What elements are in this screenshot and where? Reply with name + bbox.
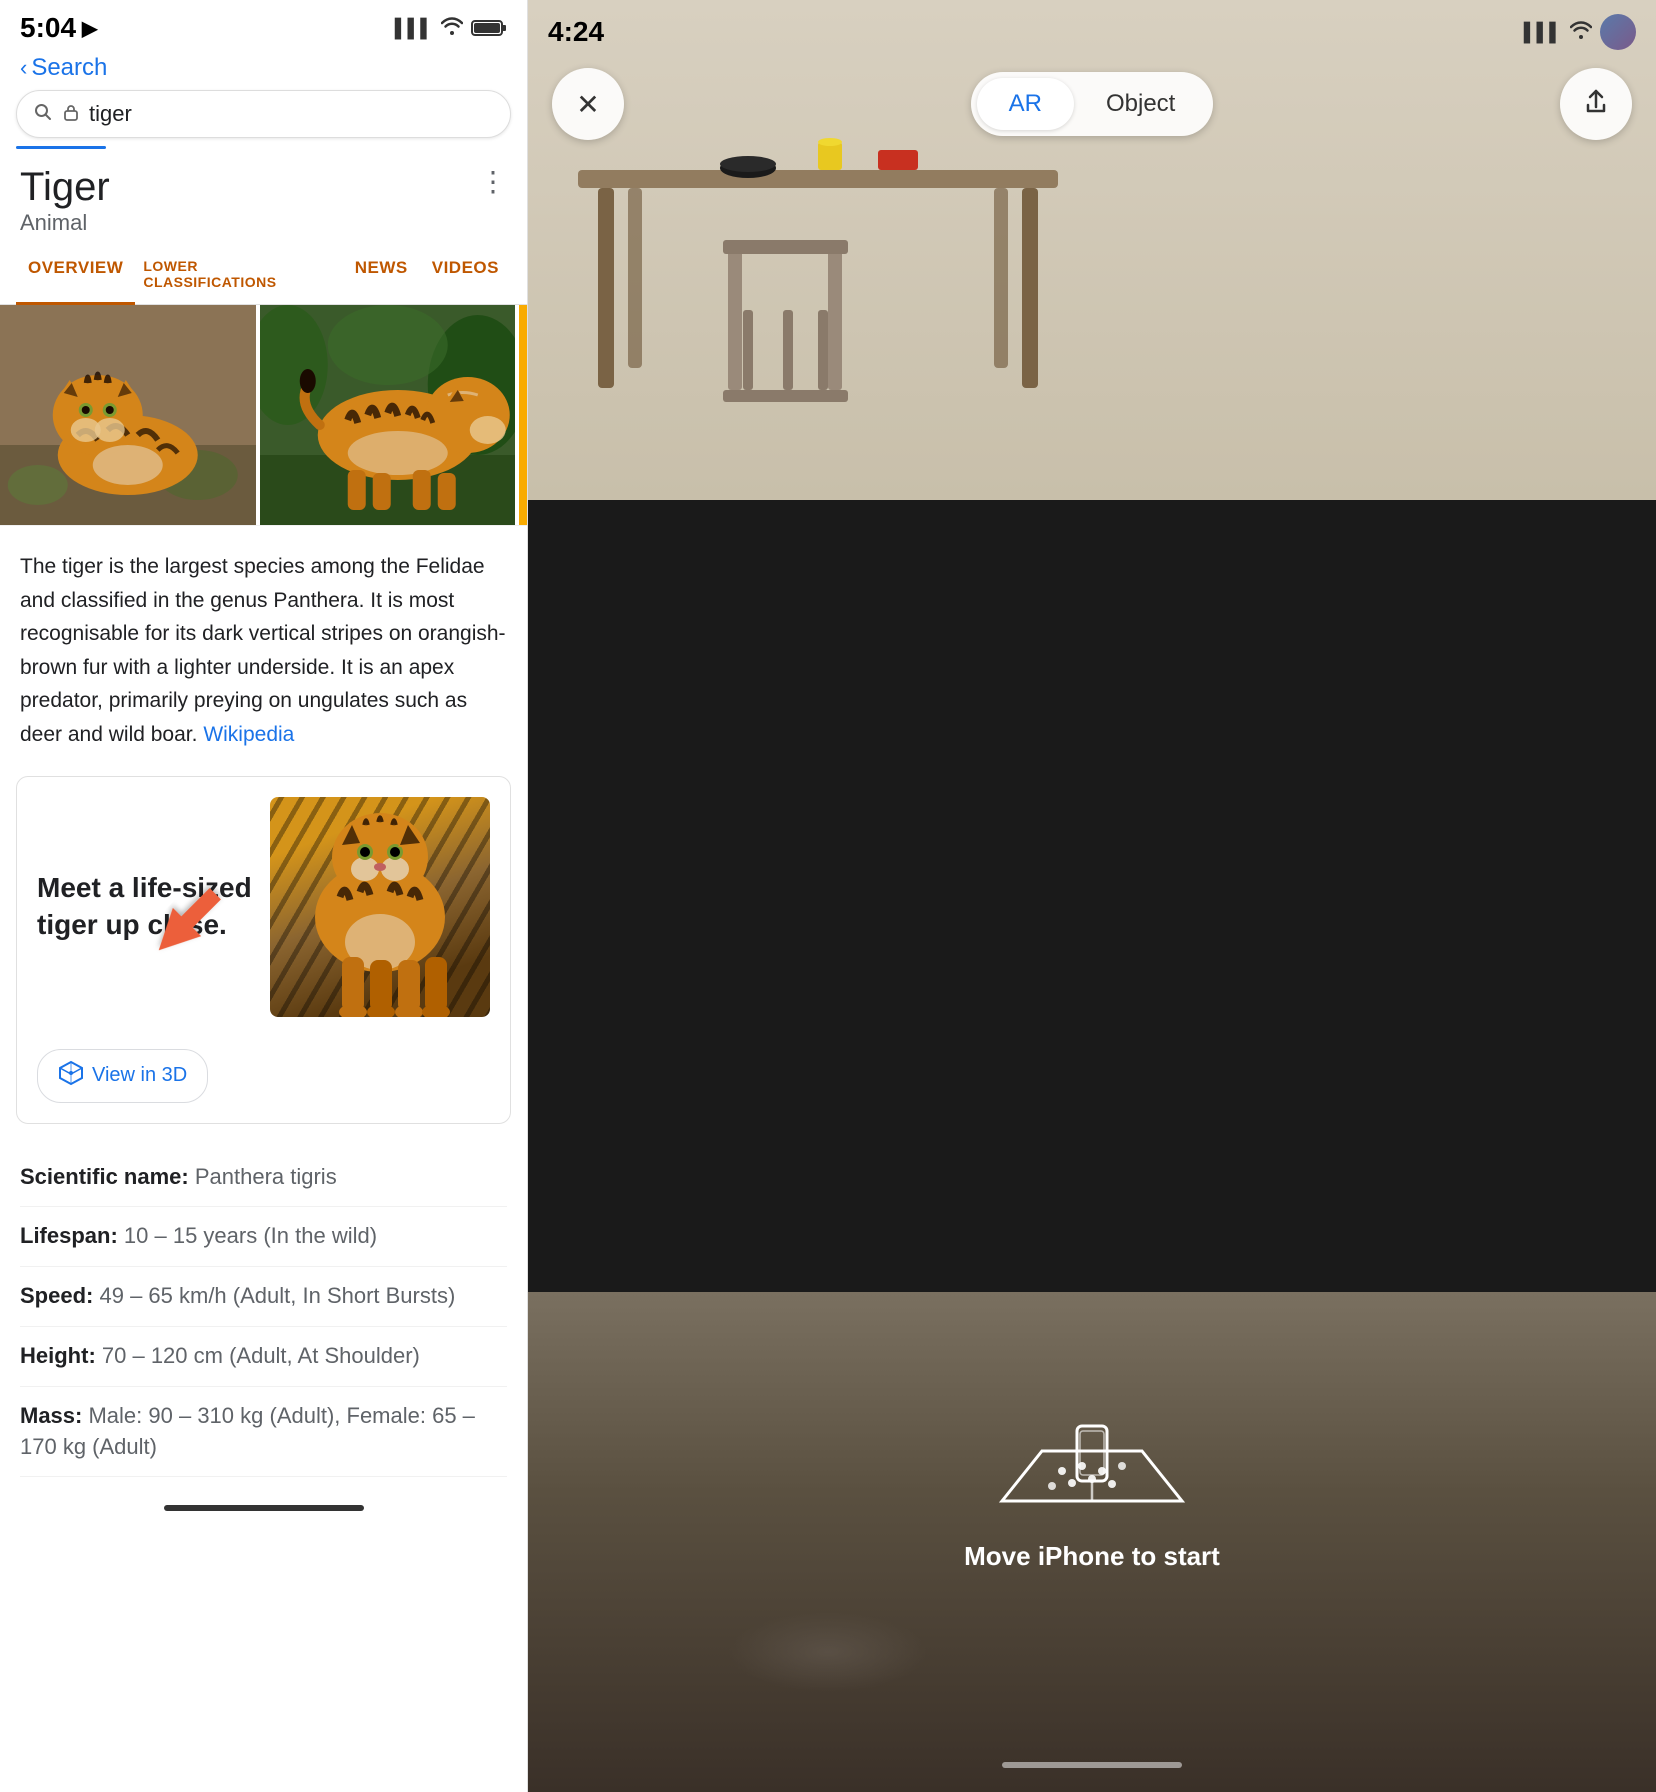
tiger-image-1[interactable] [0,305,256,525]
back-label: Search [31,54,107,82]
title-area: Tiger Animal ⋮ [0,149,527,244]
right-panel-ar: 4:24 ▌▌▌ ✕ AR Object [528,0,1656,1792]
left-panel: 5:04 ▶ ▌▌▌ ‹ Search [0,0,528,1792]
wifi-icon [441,17,463,40]
search-query-text: tiger [89,101,494,127]
ar-avatar [1600,14,1636,50]
arrow-overlay [137,872,237,977]
battery-icon [471,19,507,37]
fact-height: Height: 70 – 120 cm (Adult, At Shoulder) [20,1327,507,1387]
view-3d-label: View in 3D [92,1064,187,1087]
tiger-image-2[interactable] [260,305,516,525]
time-display: 5:04 ▶ [20,12,97,44]
tiger-3d-svg [270,797,490,1017]
tab-news[interactable]: NEWS [343,244,420,304]
object-mode-button[interactable]: Object [1074,78,1207,130]
room-furniture [568,130,1108,455]
arrow-icon [137,872,237,972]
description-text: The tiger is the largest species among t… [20,550,507,752]
page-subtitle: Animal [20,210,110,236]
tab-lower-classifications[interactable]: LOWER CLASSIFICATIONS [135,244,342,304]
description-area: The tiger is the largest species among t… [0,525,527,776]
tab-videos[interactable]: VIDEOS [420,244,511,304]
ar-share-button[interactable] [1560,68,1632,140]
ar-status-icons: ▌▌▌ [1524,14,1636,50]
ar-mode-button[interactable]: AR [977,78,1074,130]
lock-icon [63,103,79,126]
ar-phone-surface-icon [982,1371,1202,1521]
view-3d-button[interactable]: View in 3D [37,1049,208,1103]
tiger-3d-image [270,797,490,1017]
ar-status-bar: 4:24 ▌▌▌ [528,0,1656,56]
ar-mode-toggle: AR Object [971,72,1214,136]
time-text: 5:04 [20,12,76,44]
page-title: Tiger [20,165,110,210]
gallery-indicator [519,305,527,525]
status-icons: ▌▌▌ [395,17,507,40]
ar-home-indicator [1002,1762,1182,1768]
back-arrow-icon: ‹ [20,55,27,81]
ar-wifi-icon [1570,21,1592,44]
ar-close-button[interactable]: ✕ [552,68,624,140]
ar-instruction-text: Move iPhone to start [964,1541,1220,1572]
ar-instruction-area: Move iPhone to start [528,1371,1656,1572]
status-bar-left: 5:04 ▶ ▌▌▌ [0,0,527,50]
location-arrow-icon: ▶ [82,16,97,41]
image-gallery [0,305,527,525]
cube-3d-icon [58,1060,84,1092]
card-3d[interactable]: Meet a life-sized tiger up close. [16,776,511,1124]
scroll-indicator [164,1505,364,1511]
back-navigation[interactable]: ‹ Search [0,50,527,90]
signal-icon: ▌▌▌ [395,18,433,39]
ar-time-display: 4:24 [548,16,604,48]
nav-tabs: OVERVIEW LOWER CLASSIFICATIONS NEWS VIDE… [0,244,527,305]
fact-scientific-name: Scientific name: Panthera tigris [20,1148,507,1208]
share-icon [1582,87,1610,122]
ar-controls-bar: ✕ AR Object [528,56,1656,152]
more-options-icon[interactable]: ⋮ [479,165,507,198]
wikipedia-link[interactable]: Wikipedia [203,723,294,746]
fact-lifespan: Lifespan: 10 – 15 years (In the wild) [20,1207,507,1267]
search-icon [33,102,53,127]
card-3d-content: Meet a life-sized tiger up close. [17,777,510,1037]
search-bar[interactable]: tiger [16,90,511,138]
close-icon: ✕ [576,88,599,121]
fact-mass: Mass: Male: 90 – 310 kg (Adult), Female:… [20,1387,507,1478]
ar-signal-icon: ▌▌▌ [1524,22,1562,43]
fact-speed: Speed: 49 – 65 km/h (Adult, In Short Bur… [20,1267,507,1327]
table-svg [568,130,1108,450]
tab-overview[interactable]: OVERVIEW [16,244,135,304]
facts-area: Scientific name: Panthera tigris Lifespa… [0,1140,527,1486]
floor-reflection [728,1612,928,1692]
